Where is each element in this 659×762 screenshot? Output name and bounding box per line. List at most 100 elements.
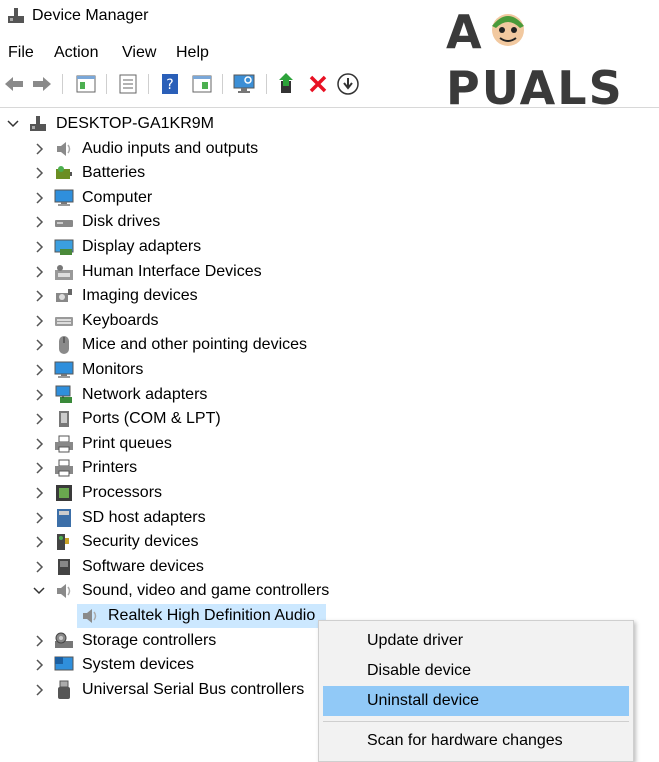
tree-category-item[interactable]: Processors [0,481,330,505]
tree-category-item[interactable]: Ports (COM & LPT) [0,407,330,431]
tree-category-item[interactable]: Universal Serial Bus controllers [0,678,330,702]
tree-item-label: Universal Serial Bus controllers [82,681,305,698]
chevron-right-icon[interactable] [32,437,46,451]
tree-item-label: Processors [82,484,163,501]
svg-text:?: ? [166,77,173,93]
tree-item-label: Print queues [82,435,172,452]
menu-item-label: Update driver [367,632,464,649]
menu-item-update-driver[interactable]: Update driver [323,626,629,656]
chevron-right-icon[interactable] [32,486,46,500]
uninstall-icon[interactable] [306,72,330,96]
tree-item-label: Mice and other pointing devices [82,336,308,353]
chevron-down-icon[interactable] [6,117,20,131]
tree-category-item[interactable]: Computer [0,186,330,210]
tree-category-item[interactable]: Print queues [0,432,330,456]
tree-item-label: Printers [82,459,138,476]
tree-item-label: SD host adapters [82,509,206,526]
chevron-right-icon[interactable] [32,314,46,328]
camera-icon [56,289,72,302]
tree-item-label: Display adapters [82,238,202,255]
chevron-right-icon[interactable] [32,215,46,229]
chevron-right-icon[interactable] [32,412,46,426]
chevron-down-icon[interactable] [32,584,46,598]
tree-category-item[interactable]: Mice and other pointing devices [0,333,330,357]
help-icon[interactable]: ? [158,72,182,96]
chevron-right-icon[interactable] [32,338,46,352]
tree-item-label: Audio inputs and outputs [82,140,259,157]
tree-item-label: Batteries [82,164,146,181]
keyboard-icon [55,317,73,326]
properties-icon[interactable] [74,72,98,96]
tree-item-label: Disk drives [82,213,161,230]
tree-category-item[interactable]: Software devices [0,555,330,579]
scan-icon[interactable] [232,72,256,96]
menu-item-label: Uninstall device [367,692,480,709]
download-icon[interactable] [336,72,360,96]
menu-item-scan-hardware[interactable]: Scan for hardware changes [323,726,629,756]
tree-item-label: Security devices [82,533,199,550]
show-hide-icon[interactable] [116,72,140,96]
menu-item-uninstall-device[interactable]: Uninstall device [323,686,629,716]
tree-device-item[interactable]: Realtek High Definition Audio [0,604,330,628]
chevron-right-icon[interactable] [32,265,46,279]
chevron-right-icon[interactable] [32,363,46,377]
back-icon[interactable] [2,72,26,96]
tree-item-label: Imaging devices [82,287,198,304]
tree-category-item[interactable]: Security devices [0,530,330,554]
toolbar-separator [62,74,63,94]
tree-category-item[interactable]: Keyboards [0,309,330,333]
chevron-right-icon[interactable] [32,388,46,402]
monitor-icon [54,361,74,378]
forward-icon[interactable] [30,72,54,96]
window-title: Device Manager [32,7,149,24]
menu-separator [323,721,629,722]
menu-file[interactable]: File [8,44,34,62]
chevron-right-icon[interactable] [32,461,46,475]
tree-item-label: System devices [82,656,195,673]
menu-action[interactable]: Action [54,44,98,62]
tree-category-item[interactable]: SD host adapters [0,506,330,530]
tree-category-item[interactable]: Monitors [0,358,330,382]
context-menu: Update driver Disable device Uninstall d… [318,620,634,762]
menu-item-disable-device[interactable]: Disable device [323,656,629,686]
display-adapter-icon [54,239,74,255]
chevron-right-icon[interactable] [32,560,46,574]
tree-category-item[interactable]: Storage controllers [0,629,330,653]
tree-category-item[interactable]: Human Interface Devices [0,260,330,284]
storage-icon [55,632,73,648]
tree-item-label: Sound, video and game controllers [82,582,330,599]
chevron-right-icon[interactable] [32,191,46,205]
chevron-right-icon[interactable] [32,142,46,156]
chevron-right-icon[interactable] [32,683,46,697]
tree-item-label: Keyboards [82,312,159,329]
chevron-right-icon[interactable] [32,240,46,254]
tree-category-item[interactable]: Audio inputs and outputs [0,137,330,161]
chevron-right-icon[interactable] [32,511,46,525]
tree-category-item[interactable]: Sound, video and game controllers [0,579,330,603]
toolbar: ? [0,68,659,100]
tree-category-item[interactable]: System devices [0,653,330,677]
menu-view[interactable]: View [122,44,156,62]
chevron-right-icon[interactable] [32,535,46,549]
appuals-watermark: A PUALS [446,4,659,115]
view-icon[interactable] [190,72,214,96]
menu-help[interactable]: Help [176,44,209,62]
menu-item-label: Disable device [367,662,472,679]
tree-category-item[interactable]: Printers [0,456,330,480]
tree-category-item[interactable]: Disk drives [0,210,330,234]
update-driver-icon[interactable] [276,72,300,96]
chevron-right-icon[interactable] [32,289,46,303]
tree-category-item[interactable]: Network adapters [0,383,330,407]
tree-item-label: Software devices [82,558,204,575]
chevron-right-icon[interactable] [32,658,46,672]
tree-category-item[interactable]: Display adapters [0,235,330,259]
tree-category-item[interactable]: Batteries [0,161,330,185]
tree-category-item[interactable]: Imaging devices [0,284,330,308]
chevron-right-icon[interactable] [32,634,46,648]
tree-item-label: Computer [82,189,153,206]
software-device-icon [58,559,70,575]
tree-root[interactable]: DESKTOP-GA1KR9M [0,112,300,136]
network-icon [55,385,72,403]
chevron-right-icon[interactable] [32,166,46,180]
menu-item-label: Scan for hardware changes [367,732,563,749]
